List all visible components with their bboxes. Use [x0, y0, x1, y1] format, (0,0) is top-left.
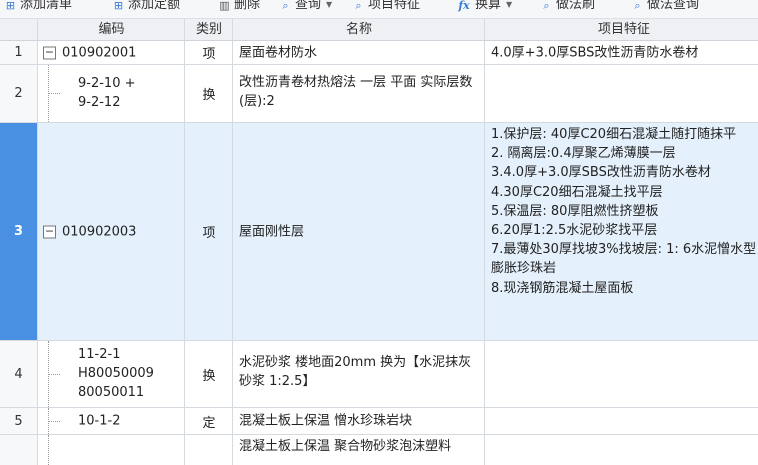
name-text: 混凝土板上保温 聚合物砂浆泡沫塑料	[239, 439, 452, 454]
name-cell[interactable]: 屋面卷材防水	[232, 41, 485, 64]
chevron-down-icon: ▼	[506, 0, 513, 9]
table-row[interactable]: 混凝土板上保温 聚合物砂浆泡沫塑料	[0, 435, 758, 465]
toolbar: ⊞ 添加清单 ⊞ 添加定额 ▥ 删除 ⌕ 查询 ▼ ⌕ 项目特征 fx 换算 ▼…	[0, 0, 758, 19]
header-rownum	[0, 19, 37, 40]
code-text: 10-1-2	[78, 413, 121, 429]
feature-cell[interactable]: 1.保护层: 40厚C20细石混凝土随打随抹平 2. 隔离层:0.4厚聚乙烯薄膜…	[484, 123, 758, 340]
feature-text: 1.保护层: 40厚C20细石混凝土随打随抹平 2. 隔离层:0.4厚聚乙烯薄膜…	[491, 127, 757, 296]
code-cell[interactable]: 10-1-2	[37, 408, 185, 434]
table-row[interactable]: 2 9-2-10 + 9-2-12 换 改性沥青卷材热熔法 一层 平面 实际层数…	[0, 65, 758, 123]
feature-cell[interactable]: 4.0厚+3.0厚SBS改性沥青防水卷材	[484, 41, 758, 64]
code-cell[interactable]: − 010902001	[37, 41, 185, 64]
tree-line	[48, 374, 60, 375]
method-query-button[interactable]: ⌕ 做法查询	[631, 0, 699, 15]
row-number: 5	[0, 408, 37, 434]
code-text: 010902003	[62, 224, 137, 239]
code-cell[interactable]: − 010902003	[37, 123, 185, 340]
feature-button[interactable]: ⌕ 项目特征	[352, 0, 420, 15]
category-cell[interactable]: 换	[184, 65, 233, 122]
method-brush-button[interactable]: ⌕ 做法刷	[540, 0, 595, 15]
header-feature[interactable]: 项目特征	[484, 19, 758, 40]
code-cell[interactable]: 11-2-1 H80050009 80050011	[37, 341, 185, 407]
row-number	[0, 435, 37, 465]
method-query-icon: ⌕	[634, 0, 641, 12]
header-category[interactable]: 类别	[184, 19, 233, 40]
name-cell[interactable]: 水泥砂浆 楼地面20mm 换为【水泥抹灰砂浆 1:2.5】	[232, 341, 485, 407]
category-cell[interactable]: 换	[184, 341, 233, 407]
code-text: 11-2-1 H80050009 80050011	[78, 347, 154, 400]
delete-button[interactable]: ▥ 删除	[218, 0, 260, 15]
add-list-button[interactable]: ⊞ 添加清单	[4, 0, 72, 15]
tree-line	[48, 421, 60, 422]
feature-cell[interactable]	[484, 408, 758, 434]
header-name[interactable]: 名称	[232, 19, 485, 40]
add-quota-icon: ⊞	[113, 0, 124, 12]
feature-text: 4.0厚+3.0厚SBS改性沥青防水卷材	[491, 45, 699, 60]
code-text: 9-2-10 + 9-2-12	[78, 76, 136, 110]
add-quota-button[interactable]: ⊞ 添加定额	[112, 0, 180, 15]
feature-icon: ⌕	[355, 0, 362, 12]
tree-line	[48, 93, 60, 94]
table-row[interactable]: 1 − 010902001 项 屋面卷材防水 4.0厚+3.0厚SBS改性沥青防…	[0, 41, 758, 65]
category-cell[interactable]: 定	[184, 408, 233, 434]
category-cell[interactable]: 项	[184, 123, 233, 340]
add-list-icon: ⊞	[5, 0, 16, 12]
row-number: 4	[0, 341, 37, 407]
query-button[interactable]: ⌕ 查询 ▼	[279, 0, 332, 15]
name-text: 屋面刚性层	[239, 224, 305, 239]
brush-icon: ⌕	[543, 0, 550, 12]
category-cell[interactable]	[184, 435, 233, 465]
name-text: 水泥砂浆 楼地面20mm 换为【水泥抹灰砂浆 1:2.5】	[239, 355, 472, 389]
row-number: 3	[0, 123, 37, 340]
collapse-icon[interactable]: −	[43, 225, 56, 238]
collapse-icon[interactable]: −	[43, 46, 56, 59]
name-cell[interactable]: 屋面刚性层	[232, 123, 485, 340]
chevron-down-icon: ▼	[326, 0, 333, 9]
name-cell[interactable]: 混凝土板上保温 憎水珍珠岩块	[232, 408, 485, 434]
code-text: 010902001	[62, 45, 137, 60]
row-number: 2	[0, 65, 37, 122]
table-row[interactable]: 5 10-1-2 定 混凝土板上保温 憎水珍珠岩块 r	[0, 408, 758, 435]
fx-icon: fx	[458, 0, 470, 12]
name-text: 改性沥青卷材热熔法 一层 平面 实际层数(层):2	[239, 75, 473, 109]
table-row-selected[interactable]: 3 − 010902003 项 屋面刚性层 1.保护层: 40厚C20细石混凝土…	[0, 123, 758, 341]
query-icon: ⌕	[282, 0, 289, 12]
row-number: 1	[0, 41, 37, 64]
table-row[interactable]: 4 11-2-1 H80050009 80050011 换 水泥砂浆 楼地面20…	[0, 341, 758, 408]
tree-line	[48, 435, 49, 465]
convert-button[interactable]: fx 换算 ▼	[456, 0, 512, 15]
trash-icon: ▥	[219, 0, 230, 12]
name-text: 屋面卷材防水	[239, 45, 318, 60]
category-cell[interactable]: 项	[184, 41, 233, 64]
code-cell[interactable]	[37, 435, 185, 465]
feature-cell[interactable]	[484, 435, 758, 465]
header-code[interactable]: 编码	[37, 19, 185, 40]
table-header: 编码 类别 名称 项目特征 单	[0, 19, 758, 41]
name-cell[interactable]: 混凝土板上保温 聚合物砂浆泡沫塑料	[232, 435, 485, 465]
name-cell[interactable]: 改性沥青卷材热熔法 一层 平面 实际层数(层):2	[232, 65, 485, 122]
name-text: 混凝土板上保温 憎水珍珠岩块	[239, 413, 413, 429]
feature-cell[interactable]	[484, 341, 758, 407]
feature-cell[interactable]	[484, 65, 758, 122]
code-cell[interactable]: 9-2-10 + 9-2-12	[37, 65, 185, 122]
